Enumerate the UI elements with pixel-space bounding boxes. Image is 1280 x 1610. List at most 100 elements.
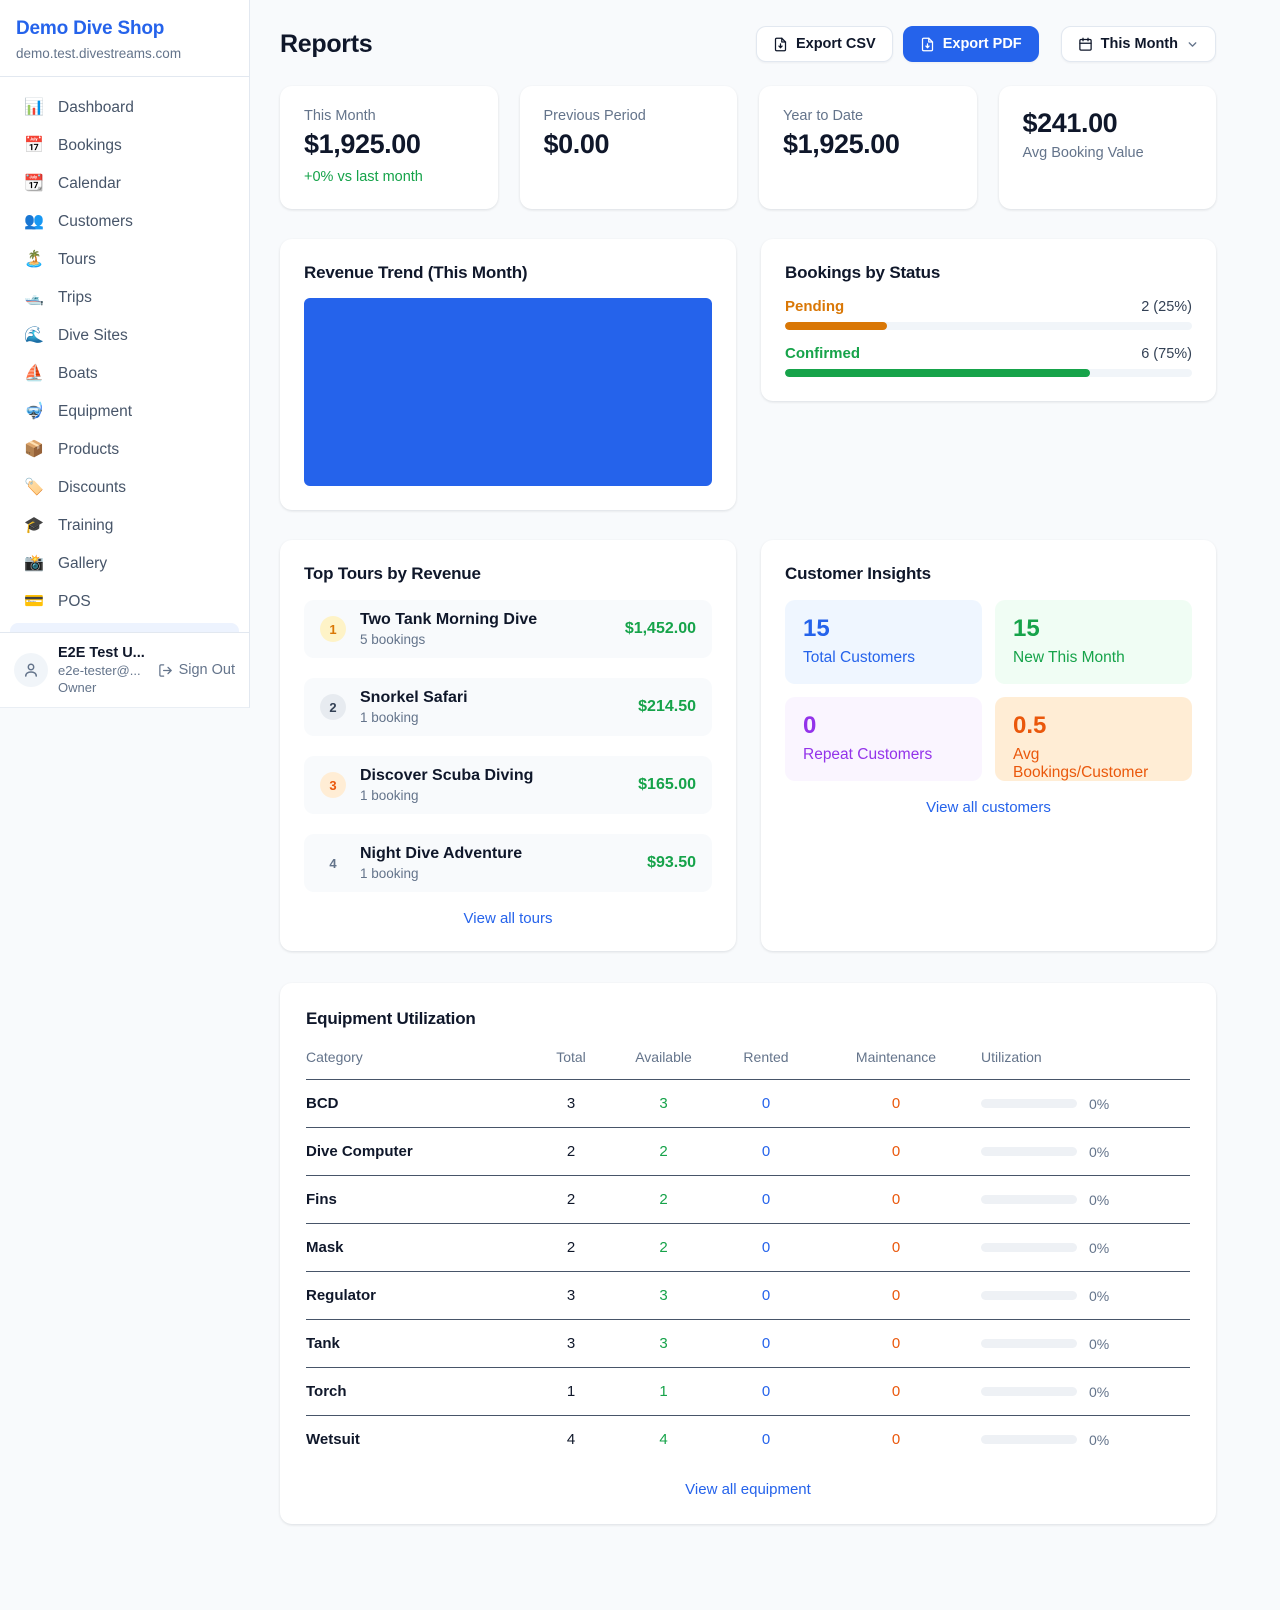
sidebar-item-gallery[interactable]: 📸 Gallery bbox=[10, 545, 239, 583]
sidebar-item-equipment[interactable]: 🤿 Equipment bbox=[10, 393, 239, 431]
sidebar-item-tours[interactable]: 🏝️ Tours bbox=[10, 241, 239, 279]
insights-row: Top Tours by Revenue 1 Two Tank Morning … bbox=[280, 540, 1216, 951]
equipment-available: 3 bbox=[606, 1320, 721, 1368]
stat-value: $0.00 bbox=[544, 129, 714, 160]
view-all-tours-link[interactable]: View all tours bbox=[304, 910, 712, 927]
utilization-bar bbox=[981, 1387, 1077, 1396]
col-category: Category bbox=[306, 1037, 536, 1080]
sidebar-item-training[interactable]: 🎓 Training bbox=[10, 507, 239, 545]
period-selector[interactable]: This Month bbox=[1061, 26, 1216, 62]
insight-label: New This Month bbox=[1013, 649, 1174, 667]
top-tours-card: Top Tours by Revenue 1 Two Tank Morning … bbox=[280, 540, 736, 951]
utilization-bar bbox=[981, 1147, 1077, 1156]
insight-label: Avg Bookings/Customer bbox=[1013, 746, 1174, 782]
equipment-total: 2 bbox=[536, 1128, 606, 1176]
equipment-rented: 0 bbox=[721, 1080, 811, 1128]
utilization-cell: 0% bbox=[981, 1240, 1190, 1256]
tour-name: Two Tank Morning Dive bbox=[360, 611, 537, 629]
sign-out-button[interactable]: Sign Out bbox=[158, 662, 235, 678]
equipment-category: BCD bbox=[306, 1080, 536, 1128]
sidebar-item-label: Trips bbox=[58, 289, 92, 307]
insight-value: 15 bbox=[803, 615, 964, 643]
equipment-maintenance: 0 bbox=[811, 1128, 981, 1176]
tour-amount: $214.50 bbox=[638, 698, 696, 716]
utilization-cell: 0% bbox=[981, 1096, 1190, 1112]
user-avatar-icon bbox=[14, 653, 48, 687]
status-label: Pending bbox=[785, 298, 844, 315]
sidebar-item-label: POS bbox=[58, 593, 91, 611]
bookings-by-status-title: Bookings by Status bbox=[785, 263, 1192, 283]
view-all-equipment-link[interactable]: View all equipment bbox=[306, 1481, 1190, 1498]
utilization-cell: 0% bbox=[981, 1192, 1190, 1208]
stat-card-avg-booking-value: $241.00 Avg Booking Value bbox=[999, 86, 1217, 209]
customer-insights-card: Customer Insights 15 Total Customers 15 … bbox=[761, 540, 1216, 951]
stat-label: Avg Booking Value bbox=[1023, 145, 1193, 161]
sidebar-item-calendar[interactable]: 📆 Calendar bbox=[10, 165, 239, 203]
equipment-total: 3 bbox=[536, 1320, 606, 1368]
tour-amount: $165.00 bbox=[638, 776, 696, 794]
equipment-available: 2 bbox=[606, 1128, 721, 1176]
equipment-total: 2 bbox=[536, 1224, 606, 1272]
revenue-trend-title: Revenue Trend (This Month) bbox=[304, 263, 712, 283]
sidebar-item-customers[interactable]: 👥 Customers bbox=[10, 203, 239, 241]
sidebar-item-trips[interactable]: 🛥️ Trips bbox=[10, 279, 239, 317]
equipment-available: 3 bbox=[606, 1080, 721, 1128]
sidebar-item-dive-sites[interactable]: 🌊 Dive Sites bbox=[10, 317, 239, 355]
user-role: Owner bbox=[58, 680, 145, 695]
utilization-bar bbox=[981, 1291, 1077, 1300]
sidebar-item-discounts[interactable]: 🏷️ Discounts bbox=[10, 469, 239, 507]
equipment-available: 1 bbox=[606, 1368, 721, 1416]
status-progress-fill bbox=[785, 322, 887, 330]
utilization-bar bbox=[981, 1339, 1077, 1348]
sidebar-item-reports-partial[interactable] bbox=[10, 623, 239, 632]
sidebar-item-label: Bookings bbox=[58, 137, 122, 155]
tour-bookings: 1 booking bbox=[360, 788, 533, 803]
sidebar-item-label: Dashboard bbox=[58, 99, 134, 117]
stat-value: $1,925.00 bbox=[304, 129, 474, 160]
main-content: Reports Export CSV Export PDF This Month bbox=[250, 0, 1280, 1524]
sidebar-item-boats[interactable]: ⛵ Boats bbox=[10, 355, 239, 393]
equipment-category: Dive Computer bbox=[306, 1128, 536, 1176]
export-pdf-button[interactable]: Export PDF bbox=[903, 26, 1039, 62]
utilization-percent: 0% bbox=[1089, 1192, 1109, 1208]
status-value: 6 (75%) bbox=[1141, 346, 1192, 362]
sidebar-item-label: Products bbox=[58, 441, 119, 459]
period-label: This Month bbox=[1101, 36, 1178, 52]
equipment-row-wetsuit: Wetsuit 4 4 0 0 0% bbox=[306, 1416, 1190, 1464]
sidebar-item-products[interactable]: 📦 Products bbox=[10, 431, 239, 469]
equipment-available: 4 bbox=[606, 1416, 721, 1464]
insight-tile-repeat-customers: 0 Repeat Customers bbox=[785, 697, 982, 781]
equipment-rented: 0 bbox=[721, 1224, 811, 1272]
tour-row-two-tank-morning-dive[interactable]: 1 Two Tank Morning Dive 5 bookings $1,45… bbox=[304, 600, 712, 658]
tour-name: Night Dive Adventure bbox=[360, 845, 522, 863]
equipment-available: 2 bbox=[606, 1176, 721, 1224]
utilization-cell: 0% bbox=[981, 1336, 1190, 1352]
equipment-row-dive-computer: Dive Computer 2 2 0 0 0% bbox=[306, 1128, 1190, 1176]
header-actions: Export CSV Export PDF This Month bbox=[756, 26, 1216, 62]
tour-row-discover-scuba-diving[interactable]: 3 Discover Scuba Diving 1 booking $165.0… bbox=[304, 756, 712, 814]
sidebar-item-label: Boats bbox=[58, 365, 98, 383]
col-total: Total bbox=[536, 1037, 606, 1080]
sidebar-item-bookings[interactable]: 📅 Bookings bbox=[10, 127, 239, 165]
equipment-category: Torch bbox=[306, 1368, 536, 1416]
stat-card-previous-period: Previous Period $0.00 bbox=[520, 86, 738, 209]
view-all-customers-link[interactable]: View all customers bbox=[785, 799, 1192, 816]
equipment-rented: 0 bbox=[721, 1128, 811, 1176]
tour-row-night-dive-adventure[interactable]: 4 Night Dive Adventure 1 booking $93.50 bbox=[304, 834, 712, 892]
shop-domain: demo.test.divestreams.com bbox=[16, 46, 233, 61]
insight-value: 0.5 bbox=[1013, 712, 1174, 740]
sidebar-item-label: Training bbox=[58, 517, 113, 535]
sidebar-item-dashboard[interactable]: 📊 Dashboard bbox=[10, 89, 239, 127]
export-csv-button[interactable]: Export CSV bbox=[756, 26, 893, 62]
tour-name: Discover Scuba Diving bbox=[360, 767, 533, 785]
equipment-total: 1 bbox=[536, 1368, 606, 1416]
insight-tile-avg-bookings-customer: 0.5 Avg Bookings/Customer bbox=[995, 697, 1192, 781]
tour-row-snorkel-safari[interactable]: 2 Snorkel Safari 1 booking $214.50 bbox=[304, 678, 712, 736]
user-info: E2E Test U... e2e-tester@... Owner bbox=[58, 645, 145, 695]
equipment-row-bcd: BCD 3 3 0 0 0% bbox=[306, 1080, 1190, 1128]
sidebar-item-label: Discounts bbox=[58, 479, 126, 497]
utilization-cell: 0% bbox=[981, 1432, 1190, 1448]
utilization-percent: 0% bbox=[1089, 1288, 1109, 1304]
sidebar-item-pos[interactable]: 💳 POS bbox=[10, 583, 239, 621]
tour-bookings: 1 booking bbox=[360, 866, 522, 881]
